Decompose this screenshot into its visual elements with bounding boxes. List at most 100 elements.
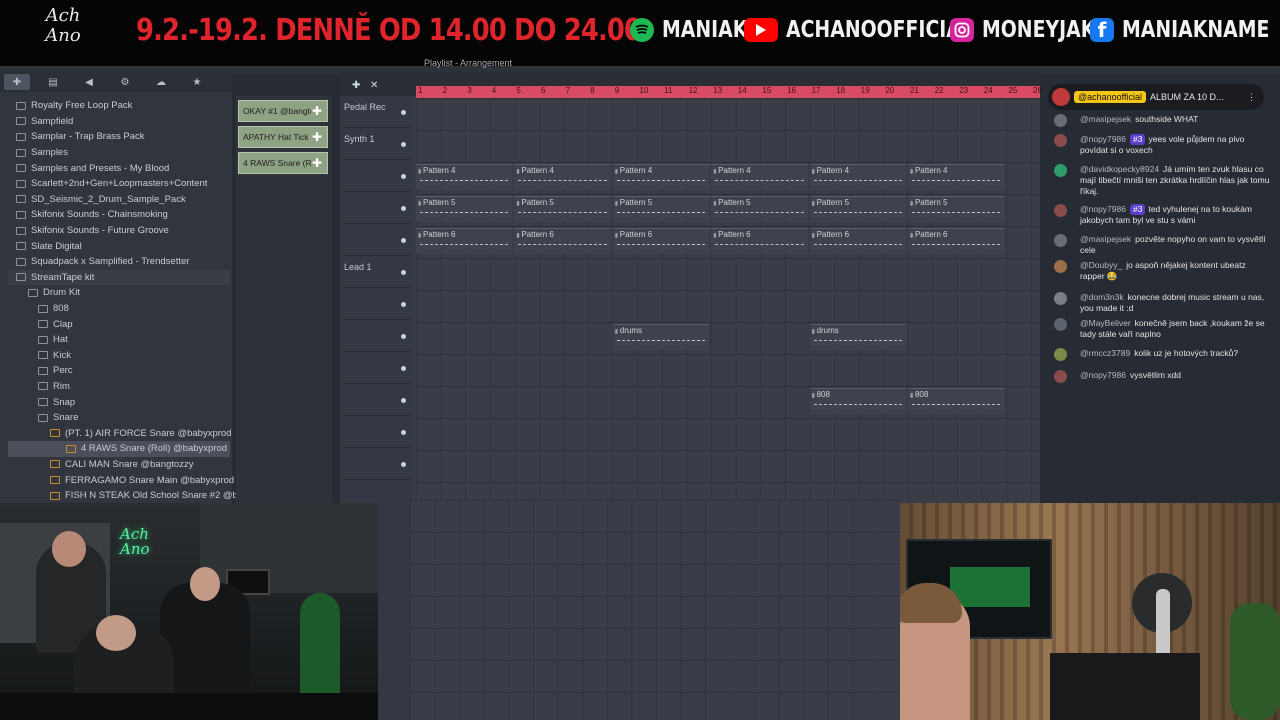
pattern-clip[interactable]: Pattern 5 — [416, 196, 513, 222]
close-icon[interactable]: ✕ — [370, 80, 378, 91]
pattern-clip[interactable]: Pattern 4 — [514, 164, 611, 190]
browser-item[interactable]: Samples and Presets - My Blood — [8, 160, 230, 176]
mute-led-icon[interactable] — [401, 462, 406, 467]
pattern-clip[interactable]: 808 — [908, 388, 1005, 414]
browser-item[interactable]: Kick — [8, 348, 230, 364]
track-header[interactable]: Lead 1 — [340, 256, 412, 288]
plugin-icon[interactable]: ⚙ — [112, 74, 138, 90]
browser-item[interactable]: FERRAGAMO Snare Main @babyxprod — [8, 472, 234, 488]
browser-item[interactable]: Skifonix Sounds - Chainsmoking — [8, 207, 230, 223]
browser-item[interactable]: Squadpack x Samplified - Trendsetter — [8, 254, 230, 270]
browser-item[interactable]: Drum Kit — [8, 285, 230, 301]
pattern-clip[interactable]: Pattern 5 — [908, 196, 1005, 222]
browser-item[interactable]: 808 — [8, 301, 230, 317]
cloud-icon[interactable]: ☁ — [148, 74, 174, 90]
mute-led-icon[interactable] — [401, 366, 406, 371]
browser-item[interactable]: Hat — [8, 332, 230, 348]
chat-username[interactable]: @rmccz3789 — [1080, 348, 1130, 358]
browser-item[interactable]: FISH N STEAK Old School Snare #2 @babyxp… — [8, 488, 277, 504]
pattern-clip[interactable]: Pattern 6 — [908, 228, 1005, 254]
chat-username[interactable]: @maxipejsek — [1080, 234, 1131, 244]
track-header[interactable] — [340, 288, 412, 320]
mute-led-icon[interactable] — [401, 302, 406, 307]
track-header[interactable] — [340, 192, 412, 224]
pattern-clip[interactable]: 808 — [809, 388, 906, 414]
mute-led-icon[interactable] — [401, 270, 406, 275]
chat-username[interactable]: @nopy7986 — [1080, 204, 1126, 214]
mute-led-icon[interactable] — [401, 174, 406, 179]
track-header[interactable]: Pedal Rec — [340, 96, 412, 128]
track-header[interactable] — [340, 384, 412, 416]
browser-item[interactable]: Rim — [8, 379, 230, 395]
picker-channel[interactable]: OKAY #1 @bangtozzy✚ — [238, 100, 328, 122]
browser-item[interactable]: Skifonix Sounds - Future Groove — [8, 223, 230, 239]
arrangement-grid[interactable]: Pattern 4 Pattern 4 Pattern 4 Pattern 4 Patt… — [416, 98, 1040, 522]
add-icon[interactable]: ✚ — [352, 80, 360, 91]
file-icon[interactable]: ▤ — [40, 74, 66, 90]
pattern-clip[interactable]: Pattern 4 — [711, 164, 808, 190]
browser-item[interactable]: Sampfield — [8, 114, 230, 130]
browser-item[interactable]: Perc — [8, 363, 230, 379]
more-icon[interactable]: ⋮ — [1247, 92, 1256, 103]
track-header[interactable] — [340, 416, 412, 448]
browser-item[interactable]: Samplar - Trap Brass Pack — [8, 129, 230, 145]
mute-led-icon[interactable] — [401, 206, 406, 211]
pattern-clip[interactable]: Pattern 6 — [416, 228, 513, 254]
pattern-clip[interactable]: drums — [809, 324, 906, 350]
chat-username[interactable]: @nopy7986 — [1080, 134, 1126, 144]
add-icon[interactable]: ✚ — [311, 157, 323, 169]
mute-led-icon[interactable] — [401, 238, 406, 243]
browser-item[interactable]: Snap — [8, 394, 230, 410]
track-header[interactable] — [340, 352, 412, 384]
browser-item[interactable]: Slate Digital — [8, 238, 230, 254]
pattern-clip[interactable]: drums — [612, 324, 710, 350]
pattern-clip[interactable]: Pattern 5 — [809, 196, 906, 222]
track-header[interactable] — [340, 320, 412, 352]
speaker-icon[interactable]: ◀ — [76, 74, 102, 90]
add-icon[interactable]: ✚ — [311, 131, 323, 143]
browser-item[interactable]: Scarlett+2nd+Gen+Loopmasters+Content — [8, 176, 230, 192]
pattern-clip[interactable]: Pattern 6 — [809, 228, 906, 254]
timeline-ruler[interactable]: 1 2 3 4 5 6 7 8 9 10 11 12 13 14 15 16 17 18 19 20 21 22 23 24 2… — [416, 86, 1042, 98]
pattern-clip[interactable]: Pattern 6 — [711, 228, 808, 254]
browser-item[interactable]: (PT. 1) AIR FORCE Snare @babyxprod — [8, 425, 231, 441]
pattern-clip[interactable]: Pattern 5 — [514, 196, 611, 222]
star-icon[interactable]: ★ — [184, 74, 210, 90]
browser-item[interactable]: Royalty Free Loop Pack — [8, 98, 230, 114]
pattern-clip[interactable]: Pattern 4 — [908, 164, 1005, 190]
browser-item[interactable]: Snare — [8, 410, 230, 426]
pattern-clip[interactable]: Pattern 4 — [416, 164, 513, 190]
pinned-message[interactable]: @achanoofficial ALBUM ZA 10 D... ⋮ — [1048, 84, 1264, 110]
picker-channel[interactable]: 4 RAWS Snare (Roll)...✚ — [238, 152, 328, 174]
browser-item[interactable]: Samples — [8, 145, 230, 161]
add-icon[interactable]: ✚ — [311, 105, 323, 117]
mute-led-icon[interactable] — [401, 430, 406, 435]
track-header[interactable] — [340, 224, 412, 256]
chat-username[interactable]: @davidkopecky8924 — [1080, 164, 1159, 174]
mute-led-icon[interactable] — [401, 142, 406, 147]
browser-item[interactable]: CALI MAN Snare @bangtozzy — [8, 457, 230, 473]
browser-item[interactable]: SD_Seismic_2_Drum_Sample_Pack — [8, 192, 230, 208]
pattern-clip[interactable]: Pattern 5 — [711, 196, 808, 222]
picker-channel[interactable]: APATHY Hat Tick @b...✚ — [238, 126, 328, 148]
chat-username[interactable]: @dom3n3k — [1080, 292, 1124, 302]
mute-led-icon[interactable] — [401, 398, 406, 403]
pattern-clip[interactable]: Pattern 6 — [612, 228, 710, 254]
track-header[interactable]: Synth 1 — [340, 128, 412, 160]
chat-username[interactable]: @MayBeliver — [1080, 318, 1131, 328]
mute-led-icon[interactable] — [401, 110, 406, 115]
browser-item[interactable]: 4 RAWS Snare (Roll) @babyxprod — [8, 441, 230, 457]
browser-item[interactable]: Clap — [8, 316, 230, 332]
chat-username[interactable]: @maxipejsek — [1080, 114, 1131, 124]
browser-item[interactable]: StreamTape kit — [8, 269, 230, 286]
pattern-clip[interactable]: Pattern 6 — [514, 228, 611, 254]
mute-led-icon[interactable] — [401, 334, 406, 339]
chat-username[interactable]: @Doubyy_ — [1080, 260, 1122, 270]
track-header[interactable] — [340, 160, 412, 192]
chat-username[interactable]: @nopy7986 — [1080, 370, 1126, 380]
pattern-clip[interactable]: Pattern 4 — [612, 164, 710, 190]
pattern-clip[interactable]: Pattern 5 — [612, 196, 710, 222]
track-header[interactable] — [340, 448, 412, 480]
pattern-clip[interactable]: Pattern 4 — [809, 164, 906, 190]
all-icon[interactable]: ✚ — [4, 74, 30, 90]
